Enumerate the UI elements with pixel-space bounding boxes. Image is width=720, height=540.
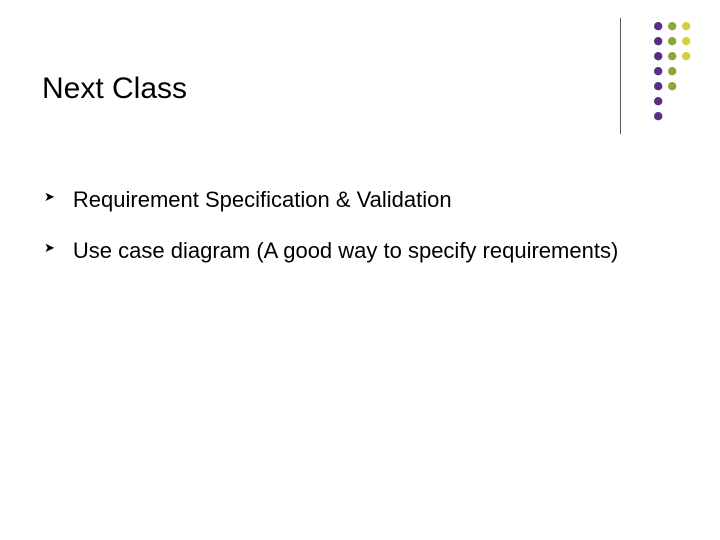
list-item: ➤ Requirement Specification & Validation (44, 182, 624, 217)
chevron-right-icon: ➤ (44, 182, 55, 212)
dots-icon (652, 20, 692, 122)
chevron-right-icon: ➤ (44, 233, 55, 263)
corner-ornament (652, 20, 692, 122)
slide: Next Class ➤ Requirement Specification &… (0, 0, 720, 540)
bullet-text: Use case diagram (A good way to specify … (73, 233, 618, 268)
vertical-divider (620, 18, 621, 134)
bullet-text: Requirement Specification & Validation (73, 182, 452, 217)
bullet-list: ➤ Requirement Specification & Validation… (44, 182, 624, 284)
list-item: ➤ Use case diagram (A good way to specif… (44, 233, 624, 268)
slide-title: Next Class (42, 72, 187, 106)
